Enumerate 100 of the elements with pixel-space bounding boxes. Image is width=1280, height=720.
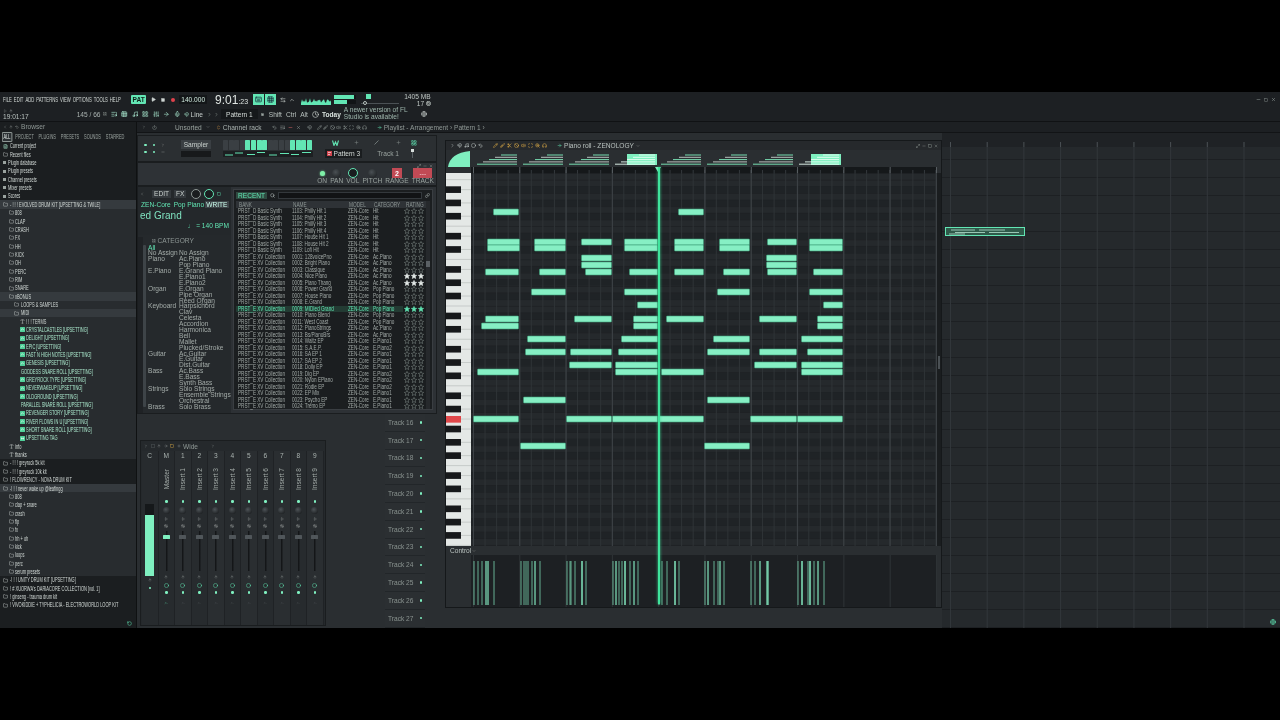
knob[interactable]: [204, 189, 215, 199]
rating-stars[interactable]: [404, 305, 424, 312]
zigzag-icon[interactable]: [331, 139, 339, 146]
star-icon[interactable]: [418, 351, 424, 358]
star-icon[interactable]: [411, 331, 417, 338]
midi-note[interactable]: [481, 322, 519, 330]
step-button[interactable]: [256, 139, 262, 150]
rating-stars[interactable]: [404, 344, 424, 351]
midi-note[interactable]: [807, 348, 843, 356]
updown-icon[interactable]: [213, 516, 218, 521]
star-icon[interactable]: [418, 286, 424, 293]
star-icon[interactable]: [404, 318, 410, 325]
led-icon[interactable]: [313, 500, 316, 503]
led-icon[interactable]: [419, 599, 422, 602]
updown-icon[interactable]: [279, 516, 284, 521]
midi-note[interactable]: [487, 244, 520, 252]
midi-note[interactable]: [766, 254, 797, 262]
star-icon[interactable]: [404, 312, 410, 319]
rating-stars[interactable]: [404, 318, 424, 325]
star-icon[interactable]: [411, 266, 417, 273]
slider-thumb[interactable]: [362, 101, 367, 105]
midi-note[interactable]: [534, 244, 566, 252]
star-icon[interactable]: [418, 396, 424, 403]
rating-stars[interactable]: [404, 325, 424, 332]
undo-icon[interactable]: [478, 143, 483, 148]
close-icon[interactable]: [429, 163, 433, 168]
search-field[interactable]: [278, 192, 422, 199]
star-icon[interactable]: [404, 377, 410, 384]
midi-note[interactable]: [485, 315, 519, 323]
arrow-right-icon[interactable]: [376, 124, 382, 130]
note-preview-icon[interactable]: [797, 151, 842, 166]
star-icon[interactable]: [404, 253, 410, 260]
clock-icon[interactable]: [311, 110, 319, 118]
rating-stars[interactable]: [404, 390, 424, 397]
midi-note[interactable]: [674, 238, 704, 246]
midi-note[interactable]: [713, 335, 750, 343]
ring-icon[interactable]: [246, 582, 252, 588]
fader-thumb[interactable]: [212, 535, 220, 540]
midi-note[interactable]: [801, 361, 843, 369]
led-icon[interactable]: [419, 421, 422, 424]
star-icon[interactable]: [404, 351, 410, 358]
chevron-right-icon[interactable]: [450, 143, 455, 148]
midi-note[interactable]: [633, 315, 658, 323]
arrow-right-icon[interactable]: [557, 143, 562, 148]
volume-fader[interactable]: [162, 531, 170, 571]
fader-thumb[interactable]: [261, 535, 269, 540]
star-icon[interactable]: [418, 299, 424, 306]
updown-icon[interactable]: [263, 516, 268, 521]
star-icon[interactable]: [411, 357, 417, 364]
star-icon[interactable]: [418, 260, 424, 267]
midi-note[interactable]: [585, 268, 612, 276]
fader-thumb[interactable]: [294, 535, 302, 540]
midi-note[interactable]: [823, 301, 843, 309]
square-icon[interactable]: [217, 192, 222, 196]
note-preview-icon[interactable]: [475, 151, 520, 166]
midi-note[interactable]: [719, 244, 750, 252]
power-icon[interactable]: [152, 124, 157, 130]
rating-stars[interactable]: [404, 253, 424, 260]
speaker-icon[interactable]: [521, 143, 526, 148]
star-icon[interactable]: [404, 286, 410, 293]
midi-note[interactable]: [754, 361, 797, 369]
globe-icon[interactable]: [420, 111, 427, 117]
rating-stars[interactable]: [404, 227, 424, 234]
rating-stars[interactable]: [404, 338, 424, 345]
star-icon[interactable]: [418, 403, 424, 410]
midi-note[interactable]: [487, 238, 520, 246]
midi-note[interactable]: [759, 348, 797, 356]
midi-note[interactable]: [766, 261, 797, 269]
rating-stars[interactable]: [404, 403, 424, 410]
wedge-icon[interactable]: [448, 150, 470, 167]
maximize-icon[interactable]: [916, 143, 920, 148]
star-icon[interactable]: [404, 403, 410, 410]
star-icon[interactable]: [404, 331, 410, 338]
step-button[interactable]: [301, 139, 307, 150]
midi-note[interactable]: [767, 238, 797, 246]
headphones-icon[interactable]: [542, 143, 547, 148]
midi-note[interactable]: [485, 268, 519, 276]
led-icon[interactable]: [144, 143, 147, 147]
knob[interactable]: [191, 189, 202, 199]
swap-icon[interactable]: [230, 523, 235, 528]
midi-note[interactable]: [629, 268, 658, 276]
led-icon[interactable]: [214, 591, 217, 594]
note-preview-icon[interactable]: [521, 151, 566, 166]
midi-note[interactable]: [525, 348, 566, 356]
midi-note[interactable]: [581, 261, 612, 269]
led-icon[interactable]: [181, 591, 184, 594]
star-icon[interactable]: [411, 312, 417, 319]
updown-icon[interactable]: [164, 516, 169, 521]
midi-note[interactable]: [674, 244, 704, 252]
midi-note[interactable]: [759, 315, 797, 323]
midi-note[interactable]: [809, 288, 843, 296]
minimize-icon[interactable]: [287, 124, 293, 130]
led-icon[interactable]: [280, 591, 283, 594]
scan-icon[interactable]: [349, 124, 355, 130]
star-icon[interactable]: [418, 364, 424, 371]
midi-note[interactable]: [624, 244, 658, 252]
rating-stars[interactable]: [404, 357, 424, 364]
midi-note[interactable]: [581, 254, 612, 262]
fader-thumb[interactable]: [228, 535, 236, 540]
toggle-button[interactable]: [264, 94, 276, 105]
